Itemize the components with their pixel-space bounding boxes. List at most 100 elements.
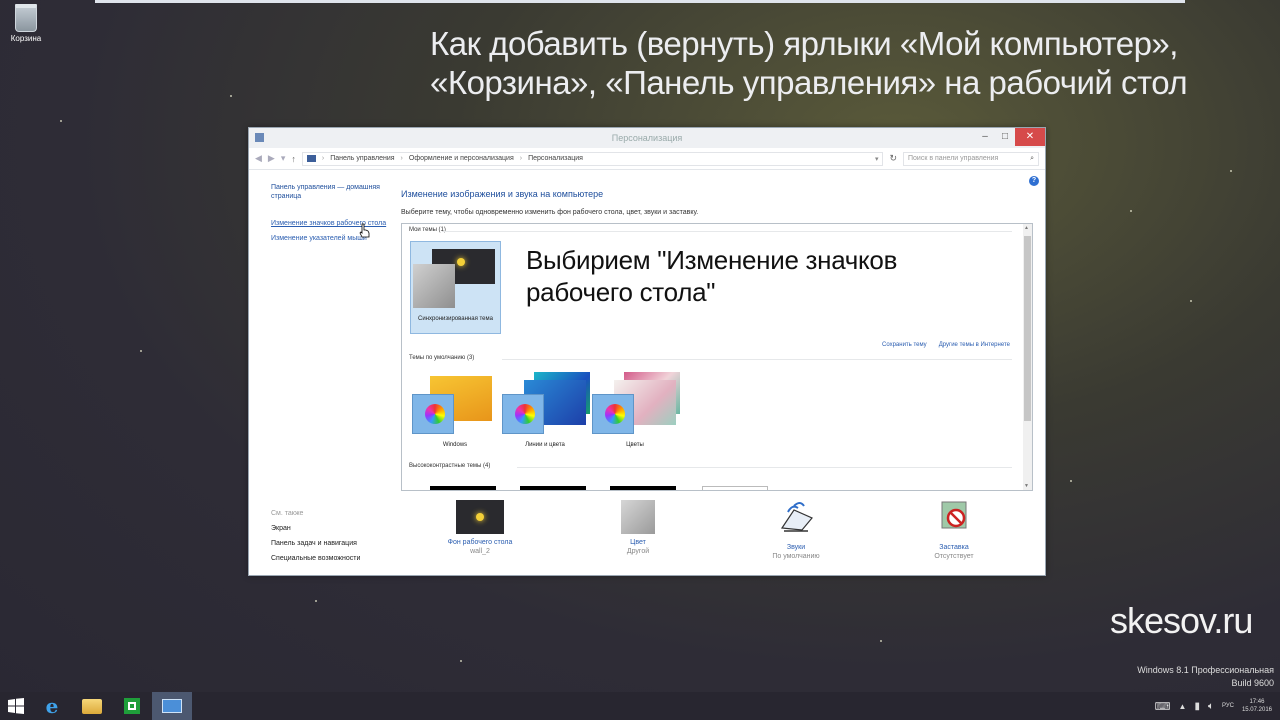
headline-line-1: Как добавить (вернуть) ярлыки «Мой компь…: [430, 25, 1178, 62]
save-theme-link[interactable]: Сохранить тему: [882, 342, 927, 348]
video-headline: Как добавить (вернуть) ярлыки «Мой компь…: [430, 24, 1190, 102]
breadcrumb-item[interactable]: Панель управления: [330, 155, 394, 162]
page-title: Изменение изображения и звука на компьют…: [401, 189, 604, 199]
component-name: Заставка: [939, 544, 969, 551]
divider: [517, 467, 1012, 468]
high-contrast-theme[interactable]: [520, 486, 586, 490]
refresh-icon[interactable]: ↻: [889, 153, 897, 164]
breadcrumb-item[interactable]: Персонализация: [528, 155, 583, 162]
back-arrow-icon[interactable]: ◀: [255, 153, 262, 164]
color-swatch-icon: [621, 500, 655, 534]
desktop-icon-recycle-bin[interactable]: Корзина: [8, 4, 44, 43]
theme-color-swatch: [413, 264, 455, 308]
hand-cursor-icon: [359, 223, 370, 238]
network-icon[interactable]: ▮: [1194, 701, 1200, 712]
close-button[interactable]: ✕: [1015, 128, 1045, 146]
divider: [442, 231, 1012, 232]
scroll-thumb[interactable]: [1024, 236, 1031, 421]
folder-icon: [82, 698, 102, 714]
breadcrumb-item[interactable]: Оформление и персонализация: [409, 155, 514, 162]
see-also-section: См. также Экран Панель задач и навигация…: [271, 506, 360, 566]
see-also-display[interactable]: Экран: [271, 521, 360, 536]
themes-list[interactable]: Мои темы (1) Синхронизированная тема Выб…: [401, 223, 1033, 491]
up-arrow-icon[interactable]: ↑: [291, 154, 296, 164]
high-contrast-theme[interactable]: [430, 486, 496, 490]
theme-synced[interactable]: Синхронизированная тема: [410, 241, 501, 334]
theme-lines-colors[interactable]: Линии и цвета: [500, 372, 590, 454]
color-button[interactable]: Цвет Другой: [573, 500, 703, 555]
search-input[interactable]: Поиск в панели управления ⌕: [903, 151, 1039, 166]
divider: [502, 359, 1012, 360]
help-icon[interactable]: ?: [1029, 176, 1039, 186]
overlay-line-1: Выбирием "Изменение значков: [526, 245, 898, 275]
see-also-taskbar[interactable]: Панель задач и навигация: [271, 536, 360, 551]
forward-arrow-icon[interactable]: ▶: [268, 153, 275, 164]
theme-components: Фон рабочего стола wall_2 Цвет Другой Зв…: [401, 500, 1031, 570]
color-wheel-icon: [425, 404, 445, 424]
my-themes-label: Мои темы (1): [409, 227, 446, 233]
personalization-window: Персонализация – □ ✕ ◀ ▶ ▾ ↑ › Панель уп…: [248, 127, 1046, 576]
maximize-button[interactable]: □: [995, 128, 1015, 146]
recent-dropdown-icon[interactable]: ▾: [281, 153, 286, 164]
keyboard-icon[interactable]: ⌨: [1155, 700, 1171, 713]
see-also-accessibility[interactable]: Специальные возможности: [271, 551, 360, 566]
sidebar-home-link[interactable]: Панель управления — домашняя страница: [271, 183, 391, 201]
component-value: Отсутствует: [934, 553, 974, 560]
address-bar: ◀ ▶ ▾ ↑ › Панель управления › Оформление…: [249, 148, 1045, 170]
windows-version-info: Windows 8.1 Профессиональная Build 9600: [1137, 664, 1274, 690]
component-name: Звуки: [786, 544, 806, 551]
windows-build: Build 9600: [1231, 678, 1274, 688]
wallpaper-thumbnail: [456, 500, 504, 534]
high-contrast-label: Высококонтрастные темы (4): [409, 463, 491, 469]
windows-logo-icon: [8, 698, 24, 714]
theme-flowers[interactable]: Цветы: [590, 372, 680, 454]
control-panel-icon: [162, 699, 182, 713]
minimize-button[interactable]: –: [975, 128, 995, 146]
breadcrumb[interactable]: › Панель управления › Оформление и персо…: [301, 151, 884, 166]
theme-windows[interactable]: Windows: [410, 376, 500, 454]
window-titlebar[interactable]: Персонализация – □ ✕: [249, 128, 1045, 148]
high-contrast-theme[interactable]: [702, 486, 768, 490]
theme-name: Цветы: [626, 442, 644, 448]
page-subtitle: Выберите тему, чтобы одновременно измени…: [401, 209, 699, 216]
taskbar-control-panel[interactable]: [152, 692, 192, 720]
themes-scrollbar[interactable]: ▲ ▼: [1023, 224, 1032, 490]
component-value: wall_2: [470, 548, 490, 555]
top-strip: [95, 0, 1185, 3]
start-button[interactable]: [0, 692, 32, 720]
site-watermark: skesov.ru: [1110, 600, 1253, 641]
taskbar-internet-explorer[interactable]: e: [32, 692, 72, 720]
taskbar-file-explorer[interactable]: [72, 692, 112, 720]
internet-explorer-icon: e: [45, 694, 59, 718]
control-panel-icon: [306, 155, 316, 162]
control-panel-icon: [255, 133, 264, 142]
volume-icon[interactable]: 🔈︎: [1208, 701, 1214, 712]
sun-glow: [457, 258, 465, 266]
sounds-button[interactable]: Звуки По умолчанию: [731, 500, 861, 560]
scroll-up-icon[interactable]: ▲: [1024, 225, 1029, 231]
see-also-header: См. также: [271, 510, 304, 517]
address-dropdown-icon[interactable]: ▾: [875, 155, 883, 163]
sounds-icon: [780, 502, 813, 532]
taskbar-store[interactable]: [112, 692, 152, 720]
sidebar-item-desktop-icons[interactable]: Изменение значков рабочего стола: [271, 219, 391, 228]
theme-color-swatch: [412, 394, 454, 434]
screensaver-button[interactable]: Заставка Отсутствует: [889, 500, 1019, 560]
component-name: Фон рабочего стола: [447, 539, 513, 546]
desktop-background-button[interactable]: Фон рабочего стола wall_2: [415, 500, 545, 555]
component-value: По умолчанию: [772, 553, 820, 560]
online-themes-link[interactable]: Другие темы в Интернете: [939, 342, 1010, 348]
recycle-bin-label: Корзина: [10, 34, 42, 43]
theme-name: Windows: [442, 442, 468, 448]
screensaver-icon: [941, 501, 967, 529]
show-hidden-icons-icon[interactable]: ▲: [1179, 702, 1187, 711]
high-contrast-theme[interactable]: [610, 486, 676, 490]
recycle-bin-icon: [15, 4, 37, 32]
window-title: Персонализация: [611, 133, 683, 143]
instruction-overlay: Выбирием "Изменение значков рабочего сто…: [526, 244, 897, 308]
sidebar-item-mouse-pointers[interactable]: Изменение указателей мыши: [271, 234, 391, 243]
scroll-down-icon[interactable]: ▼: [1024, 483, 1029, 489]
language-indicator[interactable]: РУС: [1222, 703, 1234, 709]
theme-name: Линии и цвета: [525, 442, 565, 448]
clock[interactable]: 17:46 15.07.2016: [1242, 698, 1272, 714]
